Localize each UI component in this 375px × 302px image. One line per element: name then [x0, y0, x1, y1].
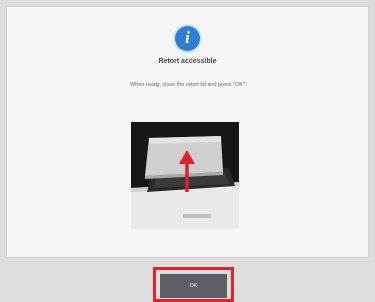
info-icon: i [175, 26, 200, 51]
retort-illustration [131, 122, 239, 229]
dialog-title: Retort accessible [158, 58, 217, 65]
dialog-message: When ready, close the retort lid and pre… [130, 82, 245, 88]
retort-lid-image [131, 122, 239, 229]
ok-button[interactable]: OK [160, 274, 227, 298]
screen: i Retort accessible When ready, close th… [0, 0, 375, 302]
